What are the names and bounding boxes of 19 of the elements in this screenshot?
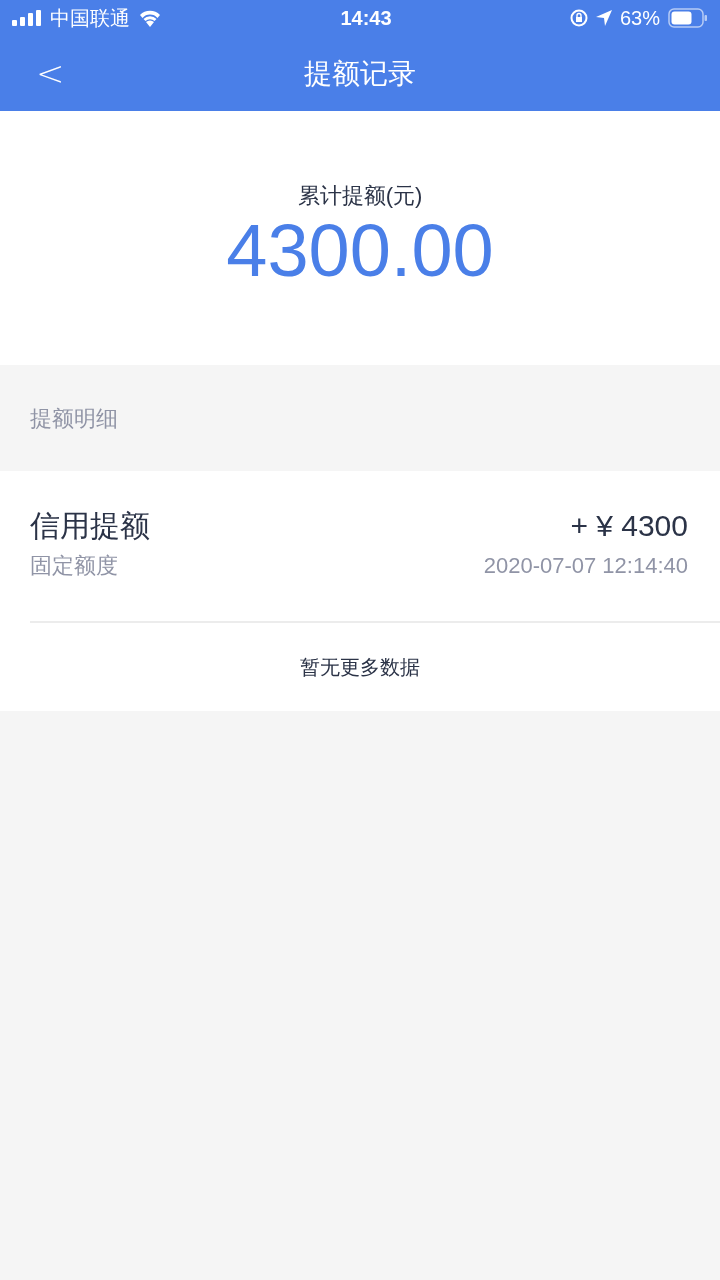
record-title: 信用提额	[30, 509, 150, 543]
page-title: 提额记录	[304, 56, 416, 91]
record-row[interactable]: 信用提额 固定额度 + ¥ 4300 2020-07-07 12:14:40	[30, 471, 720, 623]
record-subtitle: 固定额度	[30, 553, 119, 579]
section-title: 提额明细	[30, 404, 118, 433]
wifi-icon	[138, 9, 162, 27]
rotation-lock-icon	[569, 9, 588, 27]
total-label: 累计提额(元)	[297, 182, 423, 210]
back-button[interactable]: <	[36, 56, 65, 90]
location-arrow-icon	[595, 10, 612, 26]
signal-icon	[12, 10, 42, 26]
carrier-name: 中国联通	[50, 6, 130, 31]
battery-percent: 63%	[619, 6, 660, 31]
record-amount: + ¥ 4300	[570, 509, 688, 543]
record-date: 2020-07-07 12:14:40	[483, 553, 688, 579]
clock-time: 14:43	[340, 6, 392, 31]
total-amount: 4300.00	[226, 212, 494, 290]
battery-icon	[668, 8, 708, 28]
no-more-data-text: 暂无更多数据	[300, 655, 420, 680]
